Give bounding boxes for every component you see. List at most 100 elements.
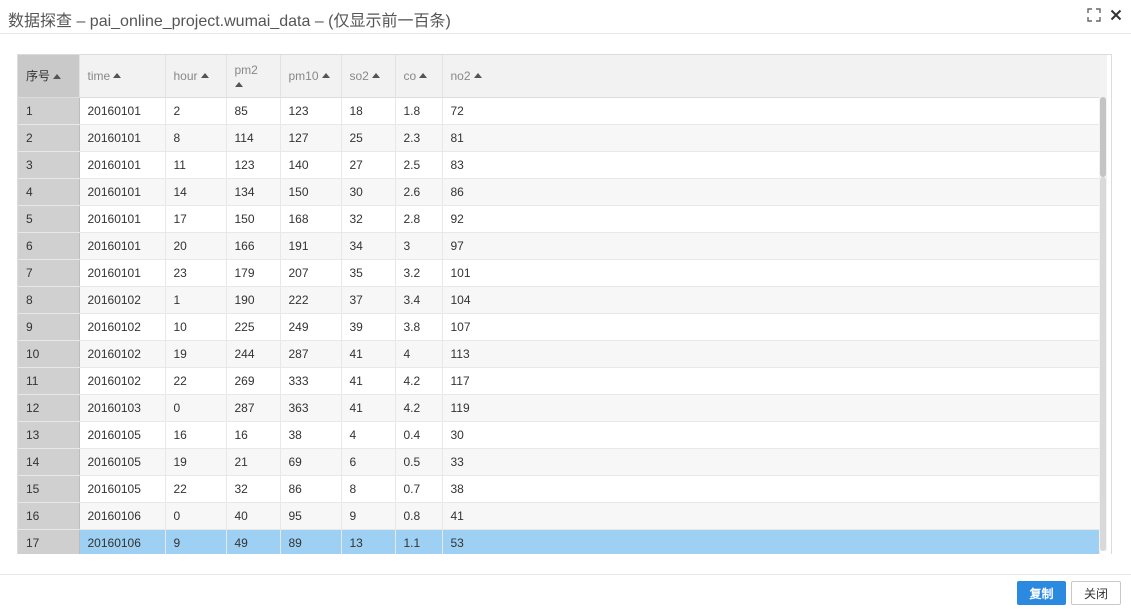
table-cell-no2: 38 [442, 475, 1100, 503]
table-cell-no2: 30 [442, 421, 1100, 449]
column-header-hour[interactable]: hour [165, 55, 227, 98]
table-row[interactable]: 11 20160102 22 269 333 41 4.2 117 [18, 367, 1100, 395]
sort-asc-icon[interactable] [371, 73, 380, 79]
table-cell-pm10: 38 [280, 421, 342, 449]
table-cell-co: 4.2 [395, 367, 443, 395]
table-cell-pm2: 49 [226, 529, 281, 554]
table-cell-co: 4.2 [395, 394, 443, 422]
sort-asc-icon[interactable] [113, 73, 122, 79]
sort-asc-icon[interactable] [321, 73, 330, 79]
row-index-cell: 12 [18, 394, 80, 422]
table-cell-so2: 18 [341, 97, 396, 125]
table-cell-time: 20160102 [79, 340, 166, 368]
table-row[interactable]: 1 20160101 2 85 123 18 1.8 72 [18, 97, 1100, 125]
table-cell-time: 20160105 [79, 448, 166, 476]
table-cell-time: 20160106 [79, 529, 166, 554]
column-header-label: so2 [349, 68, 369, 83]
table-row[interactable]: 14 20160105 19 21 69 6 0.5 33 [18, 448, 1100, 476]
table-cell-hour: 23 [165, 259, 227, 287]
table-cell-no2: 101 [442, 259, 1100, 287]
column-header-co[interactable]: co [395, 55, 443, 98]
table-cell-time: 20160101 [79, 178, 166, 206]
table-row[interactable]: 9 20160102 10 225 249 39 3.8 107 [18, 313, 1100, 341]
table-cell-co: 4 [395, 340, 443, 368]
table-cell-no2: 119 [442, 394, 1100, 422]
expand-icon[interactable] [1085, 6, 1103, 24]
table-row[interactable]: 5 20160101 17 150 168 32 2.8 92 [18, 205, 1100, 233]
table-cell-time: 20160101 [79, 151, 166, 179]
table-cell-time: 20160101 [79, 97, 166, 125]
table-cell-pm10: 191 [280, 232, 342, 260]
table-cell-so2: 9 [341, 502, 396, 530]
table-cell-hour: 14 [165, 178, 227, 206]
table-cell-pm2: 85 [226, 97, 281, 125]
table-row[interactable]: 2 20160101 8 114 127 25 2.3 81 [18, 124, 1100, 152]
sort-asc-icon[interactable] [200, 73, 209, 79]
table-cell-time: 20160105 [79, 475, 166, 503]
table-row[interactable]: 15 20160105 22 32 86 8 0.7 38 [18, 475, 1100, 503]
table-cell-hour: 11 [165, 151, 227, 179]
column-header-label: pm2 [234, 62, 258, 77]
row-index-cell: 3 [18, 151, 80, 179]
sort-asc-icon[interactable] [53, 73, 62, 79]
column-header-label: time [87, 68, 111, 83]
table-header-row: 序号 time hour pm2 pm10 so2 co no2 [18, 55, 1100, 98]
copy-button[interactable]: 复制 [1017, 581, 1066, 605]
table-row[interactable]: 17 20160106 9 49 89 13 1.1 53 [18, 529, 1100, 554]
column-header-pm10[interactable]: pm10 [280, 55, 342, 98]
table-cell-pm10: 140 [280, 151, 342, 179]
row-index-cell: 4 [18, 178, 80, 206]
column-header-pm2[interactable]: pm2 [226, 55, 281, 98]
table-row[interactable]: 8 20160102 1 190 222 37 3.4 104 [18, 286, 1100, 314]
table-cell-so2: 41 [341, 367, 396, 395]
table-cell-co: 1.8 [395, 97, 443, 125]
table-row[interactable]: 16 20160106 0 40 95 9 0.8 41 [18, 502, 1100, 530]
table-row[interactable]: 6 20160101 20 166 191 34 3 97 [18, 232, 1100, 260]
sort-asc-icon[interactable] [419, 73, 428, 79]
table-cell-pm2: 134 [226, 178, 281, 206]
table-row[interactable]: 4 20160101 14 134 150 30 2.6 86 [18, 178, 1100, 206]
table-cell-hour: 20 [165, 232, 227, 260]
table-cell-time: 20160101 [79, 259, 166, 287]
vertical-scrollbar[interactable] [1099, 55, 1107, 551]
table-row[interactable]: 13 20160105 16 16 38 4 0.4 30 [18, 421, 1100, 449]
column-header-label: hour [173, 68, 198, 83]
table-row[interactable]: 7 20160101 23 179 207 35 3.2 101 [18, 259, 1100, 287]
table-cell-co: 1.1 [395, 529, 443, 554]
sort-asc-icon[interactable] [234, 82, 243, 88]
table-cell-so2: 25 [341, 124, 396, 152]
column-header-no2[interactable]: no2 [442, 55, 1100, 98]
close-button[interactable]: 关闭 [1071, 581, 1121, 605]
table-cell-pm2: 287 [226, 394, 281, 422]
table-row[interactable]: 12 20160103 0 287 363 41 4.2 119 [18, 394, 1100, 422]
column-header-index[interactable]: 序号 [18, 55, 80, 98]
column-header-time[interactable]: time [79, 55, 166, 98]
table-cell-so2: 41 [341, 394, 396, 422]
data-table: 序号 time hour pm2 pm10 so2 co no2 1 20160101 2 85 12… [18, 55, 1100, 554]
column-header-so2[interactable]: so2 [341, 55, 396, 98]
table-cell-time: 20160102 [79, 367, 166, 395]
table-row[interactable]: 3 20160101 11 123 140 27 2.5 83 [18, 151, 1100, 179]
table-cell-hour: 22 [165, 367, 227, 395]
table-cell-pm10: 123 [280, 97, 342, 125]
table-cell-hour: 8 [165, 124, 227, 152]
table-cell-pm2: 21 [226, 448, 281, 476]
table-row[interactable]: 10 20160102 19 244 287 41 4 113 [18, 340, 1100, 368]
table-cell-co: 0.7 [395, 475, 443, 503]
table-cell-pm2: 114 [226, 124, 281, 152]
table-cell-hour: 16 [165, 421, 227, 449]
row-index-cell: 10 [18, 340, 80, 368]
row-index-cell: 5 [18, 205, 80, 233]
close-icon[interactable] [1107, 6, 1125, 24]
sort-asc-icon[interactable] [473, 73, 482, 79]
data-grid: 序号 time hour pm2 pm10 so2 co no2 1 20160101 2 85 12… [17, 54, 1112, 554]
table-cell-pm2: 16 [226, 421, 281, 449]
table-cell-no2: 92 [442, 205, 1100, 233]
table-cell-no2: 41 [442, 502, 1100, 530]
table-cell-no2: 97 [442, 232, 1100, 260]
table-cell-hour: 19 [165, 448, 227, 476]
scrollbar-thumb[interactable] [1100, 97, 1106, 177]
table-cell-so2: 4 [341, 421, 396, 449]
table-cell-co: 3.2 [395, 259, 443, 287]
table-cell-pm2: 166 [226, 232, 281, 260]
